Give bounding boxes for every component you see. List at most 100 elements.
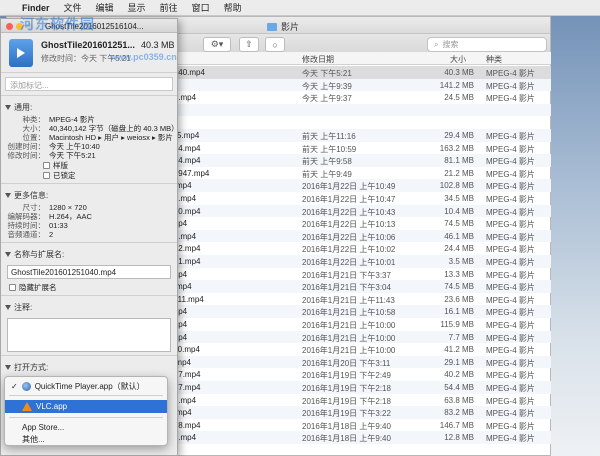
dimensions-value: 1280 × 720: [49, 203, 87, 212]
date-cell: 2016年1月19日 下午3:22: [302, 409, 391, 419]
file-name-field[interactable]: GhostTile201601251040.mp4: [7, 265, 171, 279]
menu-item-quicktime[interactable]: ✓ QuickTime Player.app（默认）: [5, 380, 167, 393]
kind-cell: MPEG-4 影片: [486, 270, 535, 280]
info-modified: 修改时间：今天 下午5:21: [41, 54, 131, 63]
tag-placeholder: 添加标记...: [10, 81, 49, 90]
size-cell: 13.3 MB: [444, 269, 474, 279]
size-cell: 146.7 MB: [439, 420, 474, 430]
more-fields: 尺寸： 1280 × 720 编解码器： H.264，AAC 持续时间： 01:33 …: [1, 203, 177, 239]
search-icon: ⌕: [434, 39, 439, 49]
kind-cell: MPEG-4 影片: [486, 308, 535, 318]
menu-edit[interactable]: 编辑: [96, 1, 114, 14]
size-cell: 141.2 MB: [439, 80, 474, 90]
menu-bar: Finder 文件 编辑 显示 前往 窗口 帮助: [0, 0, 600, 16]
section-more-info[interactable]: 更多信息:: [1, 187, 177, 203]
dimensions-label: 尺寸：: [22, 203, 46, 212]
size-value: 40,340,142 字节（磁盘上的 40.3 MB）: [49, 124, 178, 133]
disclosure-triangle-icon: [5, 252, 11, 257]
kind-cell: MPEG-4 影片: [486, 371, 535, 381]
section-general[interactable]: 通用:: [1, 99, 177, 115]
search-placeholder: 搜索: [442, 40, 459, 49]
kind-cell: MPEG-4 影片: [486, 396, 535, 406]
info-titlebar: GhostTile2016012516104...: [1, 19, 177, 33]
disclosure-triangle-icon: [5, 105, 11, 110]
share-icon: ⇧: [245, 39, 253, 49]
date-cell: 2016年1月21日 下午3:37: [302, 270, 391, 280]
date-cell: 2016年1月18日 上午9:40: [302, 434, 391, 444]
date-cell: 今天 下午5:21: [302, 69, 352, 78]
locked-label: 已锁定: [53, 170, 76, 180]
size-cell: 3.5 MB: [448, 257, 474, 266]
share-button[interactable]: ⇧: [239, 37, 259, 52]
size-cell: 102.8 MB: [439, 181, 474, 191]
stationery-checkbox[interactable]: 样版: [43, 160, 177, 170]
menu-item-other[interactable]: 其他...: [5, 433, 167, 446]
date-cell: 2016年1月19日 下午2:49: [302, 371, 391, 381]
movie-file-icon: [9, 39, 33, 67]
menu-file[interactable]: 文件: [64, 1, 82, 14]
hide-extension-label: 隐藏扩展名: [19, 282, 57, 292]
kind-cell: MPEG-4 影片: [486, 258, 535, 267]
date-cell: 2016年1月21日 上午10:00: [302, 333, 396, 343]
section-comments[interactable]: 注释:: [1, 299, 177, 315]
locked-checkbox[interactable]: 已锁定: [43, 170, 177, 180]
size-cell: 12.8 MB: [444, 433, 474, 443]
disclosure-triangle-icon: [5, 365, 11, 370]
modified-label: 修改时间：: [7, 151, 46, 160]
checkbox-icon: [43, 161, 50, 169]
menu-window[interactable]: 窗口: [192, 1, 210, 14]
section-name-ext[interactable]: 名称与扩展名:: [1, 246, 177, 262]
search-input[interactable]: ⌕ 搜索: [427, 37, 547, 52]
kind-cell: MPEG-4 影片: [486, 169, 535, 179]
close-button[interactable]: [6, 23, 13, 30]
menu-app-finder[interactable]: Finder: [22, 3, 50, 13]
date-cell: 2016年1月22日 上午10:43: [302, 207, 396, 217]
action-gear-button[interactable]: ⚙▾: [203, 37, 231, 52]
quicktime-label: QuickTime Player.app（默认）: [34, 382, 145, 391]
kind-cell: MPEG-4 影片: [486, 94, 535, 104]
menu-go[interactable]: 前往: [160, 1, 178, 14]
date-cell: 2016年1月22日 上午10:13: [302, 220, 396, 230]
window-title: 影片: [281, 22, 300, 32]
info-header: GhostTile201601251... 40.3 MB 修改时间：今天 下午…: [1, 33, 177, 73]
menu-help[interactable]: 帮助: [224, 1, 242, 14]
hide-extension-checkbox[interactable]: 隐藏扩展名: [9, 282, 177, 292]
column-size[interactable]: 大小: [450, 54, 466, 65]
duration-value: 01:33: [49, 221, 68, 230]
date-cell: 2016年1月19日 下午2:18: [302, 384, 391, 393]
app-store-label: App Store...: [22, 423, 65, 432]
codecs-value: H.264，AAC: [49, 212, 92, 221]
date-cell: 今天 上午9:39: [302, 81, 352, 91]
comments-textarea[interactable]: [7, 318, 171, 352]
kind-cell: MPEG-4 影片: [486, 346, 535, 356]
menu-item-vlc[interactable]: VLC.app: [5, 400, 167, 413]
audio-channels-label: 音频通道：: [7, 230, 46, 239]
info-title: GhostTile2016012516104...: [45, 22, 144, 31]
zoom-button[interactable]: [26, 23, 33, 30]
size-cell: 24.5 MB: [444, 93, 474, 103]
section-open-with[interactable]: 打开方式:: [1, 359, 177, 375]
disclosure-triangle-icon: [5, 193, 11, 198]
size-cell: 115.9 MB: [440, 320, 474, 329]
section-general-title: 通用:: [14, 103, 33, 112]
column-kind[interactable]: 种类: [486, 54, 502, 65]
tag-input[interactable]: 添加标记...: [5, 77, 173, 91]
size-cell: 74.5 MB: [444, 219, 474, 229]
date-cell: 前天 上午9:49: [302, 169, 352, 179]
kind-cell: MPEG-4 影片: [486, 421, 535, 431]
date-cell: 2016年1月21日 上午10:58: [302, 308, 396, 318]
duration-label: 持续时间：: [7, 221, 46, 230]
section-open-with-title: 打开方式:: [14, 363, 49, 372]
kind-cell: MPEG-4 影片: [486, 182, 535, 192]
size-cell: 41.2 MB: [444, 345, 474, 355]
menu-view[interactable]: 显示: [128, 1, 146, 14]
size-cell: 63.8 MB: [444, 395, 474, 405]
date-cell: 2016年1月22日 上午10:06: [302, 232, 396, 242]
tag-button[interactable]: ○: [265, 37, 285, 52]
minimize-button[interactable]: [16, 23, 23, 30]
size-cell: 10.4 MB: [444, 206, 474, 216]
column-date[interactable]: 修改日期: [302, 54, 334, 65]
info-file-name: GhostTile201601251...: [41, 40, 135, 50]
kind-cell: MPEG-4 影片: [486, 157, 535, 167]
date-cell: 2016年1月22日 上午10:49: [302, 182, 396, 192]
